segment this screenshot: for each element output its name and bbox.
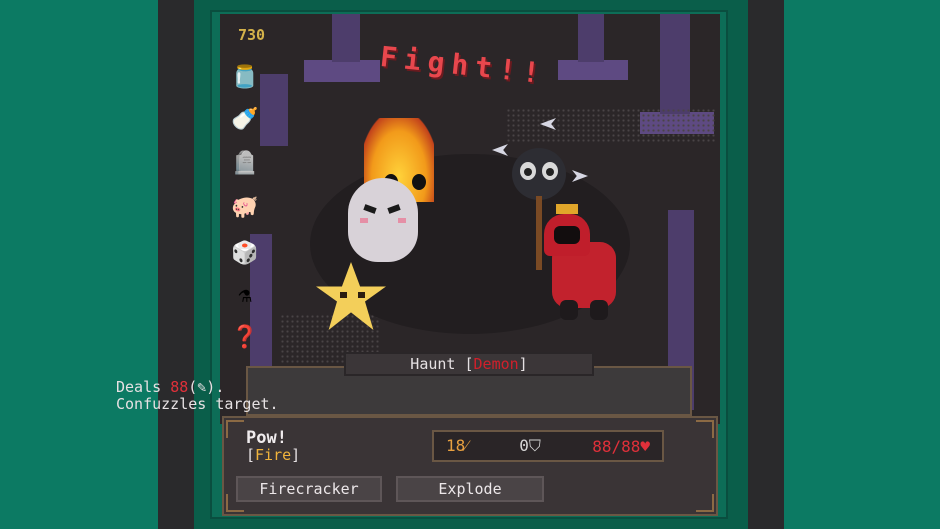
eye — [363, 204, 377, 214]
move-title: Haunt [Demon] — [344, 352, 594, 376]
tombstone-icon[interactable]: 🪦 — [228, 148, 262, 178]
crown-icon — [556, 204, 578, 214]
demon-staff — [536, 196, 542, 270]
eye — [542, 162, 558, 180]
move-desc-line-2: Confuzzles target. — [116, 395, 279, 413]
ghost-ally[interactable] — [348, 178, 418, 262]
eye — [412, 174, 426, 190]
cookie-jar-icon[interactable]: 🫙 — [228, 62, 262, 92]
desc-suffix: (✎). — [188, 378, 225, 396]
creature-stats: 18⁄ 0⛉ 88/88♥ — [432, 430, 664, 462]
gold-counter: 730 — [238, 26, 266, 44]
floor-pattern — [506, 108, 716, 142]
blush — [398, 218, 406, 223]
potion-icon[interactable]: ⚗ — [228, 280, 262, 310]
leg — [560, 300, 578, 320]
eye — [387, 204, 401, 214]
type-bracket-close: ] — [291, 446, 301, 464]
pupil — [524, 168, 532, 176]
pillar — [332, 14, 360, 62]
eye — [340, 292, 347, 298]
element-name: Fire — [255, 446, 292, 464]
hood-face — [554, 226, 580, 244]
blush — [360, 218, 368, 223]
creature-name: Pow! — [246, 428, 287, 448]
creature-element: [Fire] — [246, 446, 300, 464]
dice-icon[interactable]: 🎲 — [228, 238, 262, 268]
desc-prefix: Deals — [116, 378, 171, 396]
move-type: Demon — [473, 355, 519, 373]
eye — [520, 162, 536, 180]
pillar — [304, 60, 380, 82]
heart-icon: ♥ — [640, 436, 650, 456]
pillar — [578, 14, 604, 62]
mystery-box-icon[interactable]: ❓ — [228, 322, 262, 352]
pillar — [260, 74, 288, 146]
explode-button[interactable]: Explode — [396, 476, 544, 502]
attack-value: 18 — [446, 436, 466, 455]
milk-bottle-icon[interactable]: 🍼 — [228, 104, 262, 134]
eye — [358, 292, 365, 298]
damage-value: 88 — [170, 378, 189, 396]
move-name: Haunt — [410, 355, 456, 373]
pillar — [660, 14, 690, 114]
demon-enemy-hood[interactable] — [544, 214, 590, 256]
pupil — [546, 168, 554, 176]
move-type-bracket-close: ] — [518, 355, 528, 373]
firecracker-button[interactable]: Firecracker — [236, 476, 382, 502]
type-bracket-open: [ — [246, 446, 256, 464]
panel-corner-ornament — [696, 494, 714, 512]
sword-icon: ⁄ — [465, 436, 468, 455]
panel-corner-ornament — [696, 420, 714, 438]
shield-icon: ⛉ — [528, 436, 541, 455]
piggy-bank-icon[interactable]: 🐖 — [228, 192, 262, 222]
hp-stat: 88/88♥ — [592, 437, 650, 456]
defense-stat: 0⛉ — [519, 436, 541, 456]
defense-value: 0 — [519, 436, 529, 455]
hp-value: 88/88 — [592, 436, 641, 456]
pillar — [558, 60, 628, 80]
move-desc-line-1: Deals 88(✎). — [116, 378, 224, 396]
demon-legs — [556, 300, 612, 322]
star-face — [338, 292, 368, 302]
panel-corner-ornament — [226, 420, 244, 438]
letterbox-left — [158, 0, 194, 529]
letterbox-right — [748, 0, 784, 529]
attack-stat: 18⁄ — [446, 436, 468, 456]
bomb-enemy[interactable] — [512, 148, 566, 200]
leg — [590, 300, 608, 320]
move-type-bracket-open: [ — [464, 355, 474, 373]
